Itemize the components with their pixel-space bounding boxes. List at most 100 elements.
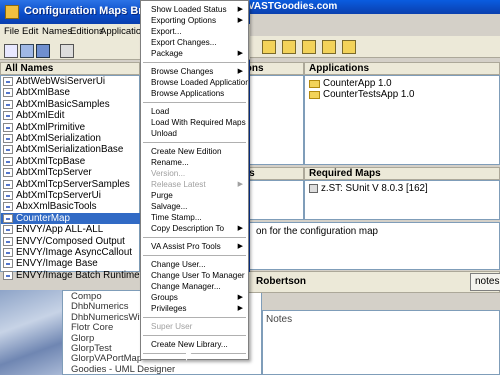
config-map-item[interactable]: AbtXmlTcpServer [1,167,141,178]
menu-item-browse-applications[interactable]: Browse Applications [141,88,248,99]
config-map-item[interactable]: AbtXmlSerializationBase [1,144,141,155]
config-map-item[interactable]: AbtXmlPrimitive [1,122,141,133]
menu-item-label: Create New Library... [151,340,228,349]
menu-item-export[interactable]: Export... [141,26,248,37]
application-label: CounterApp 1.0 [323,78,392,89]
menu-item-time-stamp[interactable]: Time Stamp... [141,212,248,223]
menu-item-label: Change Manager... [151,282,221,291]
notes-panel[interactable] [262,310,500,375]
menu-names[interactable]: Names [42,26,72,37]
menu-item-copy-description-to[interactable]: Copy Description To ▶ [141,223,248,234]
config-map-label: AbtXmlTcpServer [16,167,92,179]
config-map-icon [3,225,13,235]
mouse-cursor-icon [186,349,194,361]
applications-pane-header: Applications [304,62,500,75]
config-map-item[interactable]: AbtXmlBasicSamples [1,99,141,110]
menu-item-browse-changes[interactable]: Browse Changes ▶ [141,66,248,77]
menu-item-label: Load [151,107,170,116]
menu-item-load-with-required-maps[interactable]: Load With Required Maps [141,117,248,128]
menu-item-load[interactable]: Load [141,106,248,117]
submenu-arrow-icon: ▶ [237,181,243,188]
background-window-title-text: VASTGoodies.com [248,1,338,12]
config-map-label: AbtXmlEdit [16,110,65,122]
menu-item-unload[interactable]: Unload [141,128,248,139]
config-map-item[interactable]: ENVY/App ALL-ALL [1,224,141,235]
folder-icon[interactable] [322,40,336,54]
menu-item-rename[interactable]: Rename... [141,157,248,168]
config-map-icon [3,191,13,200]
menu-item-create-new-library[interactable]: Create New Library... [141,339,248,350]
menu-file[interactable]: File [4,26,19,37]
menu-item-exporting-options[interactable]: Exporting Options ▶ [141,15,248,26]
menu-item-package[interactable]: Package ▶ [141,48,248,59]
applications-list[interactable]: CounterApp 1.0 CounterTestsApp 1.0 [304,75,500,165]
app-icon [5,5,19,19]
folder-icon[interactable] [282,40,296,54]
comment-text: on for the configuration map [256,226,378,237]
config-map-label: AbtXmlTcpServerUi [16,190,101,201]
folder-icon[interactable] [262,40,276,54]
config-map-item[interactable]: AbtWebWsiServerUi [1,76,141,87]
menu-item-va-assist-pro-tools[interactable]: VA Assist Pro Tools ▶ [141,241,248,252]
config-map-item[interactable]: CounterMap [1,212,141,225]
config-map-item[interactable]: AbtXmlTcpBase [1,156,141,167]
config-map-item[interactable]: ENVY/Composed Output [1,236,141,247]
config-map-label: AbtWebWsiServerUi [16,76,106,87]
menu-item-change-user-to-manager[interactable]: Change User To Manager [141,270,248,281]
submenu-arrow-icon: ▶ [237,294,243,301]
menu-item-create-new-edition[interactable]: Create New Edition [141,146,248,157]
menu-item-label: Exporting Options [151,16,217,25]
menu-item-label: Copy Description To [151,224,225,233]
menu-item-release-latest: Release Latest ▶ [141,179,248,190]
config-map-item[interactable]: ENVY/Image Batch Runtime [1,270,141,281]
menu-item-change-manager[interactable]: Change Manager... [141,281,248,292]
required-maps-list[interactable]: z.ST: SUnit V 8.0.3 [162] [304,180,500,220]
menu-item-export-changes[interactable]: Export Changes... [141,37,248,48]
menu-item-groups[interactable]: Groups ▶ [141,292,248,303]
menu-item-salvage[interactable]: Salvage... [141,201,248,212]
menu-item-show-loaded-status[interactable]: Show Loaded Status ▶ [141,4,248,15]
config-map-label: AbtXmlBasicSamples [16,98,110,110]
menu-separator [143,353,246,354]
menu-item-purge[interactable]: Purge [141,190,248,201]
config-map-item[interactable]: AbtXmlSerialization [1,133,141,144]
config-map-item[interactable]: AbtXmlTcpServerUi [1,190,141,201]
print-icon[interactable] [60,44,74,58]
config-map-item[interactable]: AbtXmlBase [1,87,141,98]
config-map-item[interactable]: ENVY/Image AsyncCallout [1,247,141,258]
notes-button[interactable]: notes [470,273,500,291]
menu-item-change-user[interactable]: Change User... [141,259,248,270]
config-map-label: AbtXmlSerializationBase [16,144,124,156]
config-map-item[interactable]: ENVY/Image Base [1,258,141,269]
folder-icon[interactable] [342,40,356,54]
folder-icon[interactable] [302,40,316,54]
config-map-icon [3,88,13,98]
menu-item-label: Change User To Manager [151,271,245,280]
menu-edit[interactable]: Edit [22,26,38,37]
config-map-label: ENVY/Image AsyncCallout [16,247,132,258]
config-map-icon [3,259,13,269]
menu-item-label: VA Assist Pro Tools [151,242,221,251]
config-map-item[interactable]: AbxXmlBasicTools [1,201,141,212]
menu-item-browse-loaded-applications[interactable]: Browse Loaded Applications [141,77,248,88]
new-icon[interactable] [4,44,18,58]
config-map-icon [3,99,13,109]
application-label: CounterTestsApp 1.0 [323,89,415,100]
application-item[interactable]: CounterTestsApp 1.0 [309,89,415,100]
application-item[interactable]: CounterApp 1.0 [309,78,392,89]
config-map-item[interactable]: AbtXmlTcpServerSamples [1,179,141,190]
menu-item-label: Groups [151,293,178,302]
menu-editions[interactable]: Editions [70,26,104,37]
config-map-item[interactable]: AbtXmlEdit [1,110,141,121]
open-icon[interactable] [20,44,34,58]
config-map-icon [3,179,13,189]
required-map-item[interactable]: z.ST: SUnit V 8.0.3 [162] [309,183,428,194]
menu-item-label: Super User [151,322,193,331]
all-names-list[interactable]: AbtWebWsiServerUi AbtXmlBase AbtXmlBasicSa… [0,75,141,281]
menu-item-label: Package [151,49,183,58]
lower-list-item[interactable]: Goodies - UML Designer [71,365,253,375]
menu-item-privileges[interactable]: Privileges ▶ [141,303,248,314]
folder-icon [309,80,320,88]
menu-item-edit-project-annotations[interactable]: Edit Project Annotations [141,357,248,359]
save-icon[interactable] [36,44,50,58]
